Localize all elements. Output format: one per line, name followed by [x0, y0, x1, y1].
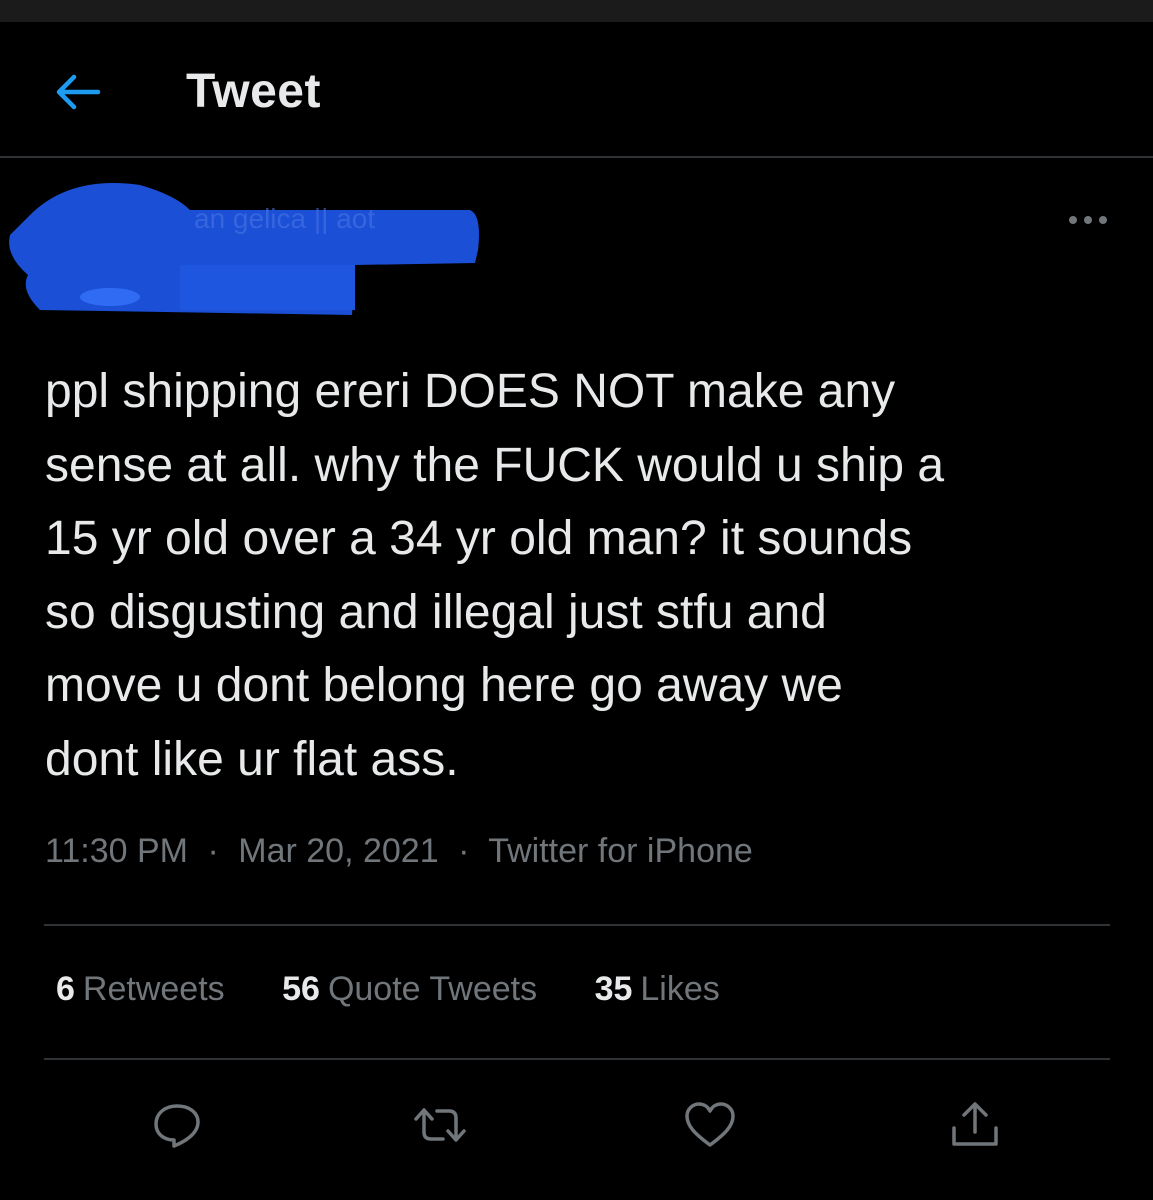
- more-options-icon[interactable]: [1066, 210, 1110, 230]
- retweets-label: Retweets: [82, 970, 225, 1008]
- tweet-text: ppl shipping ereri DOES NOT make any sen…: [45, 355, 1125, 796]
- header-divider: [0, 156, 1153, 158]
- meta-separator: ·: [207, 832, 219, 870]
- tweet-meta: 11:30 PM · Mar 20, 2021 · Twitter for iP…: [45, 832, 753, 871]
- quotes-count: 56: [282, 970, 320, 1008]
- divider: [44, 1058, 1110, 1060]
- header: Tweet: [0, 22, 1153, 158]
- tweet-line: ppl shipping ereri DOES NOT make any: [45, 365, 896, 418]
- tweet-line: sense at all. why the FUCK would u ship …: [45, 438, 945, 492]
- tweet-stats: 6 Retweets 56 Quote Tweets 35 Likes: [56, 970, 768, 1009]
- likes-count: 35: [594, 970, 633, 1008]
- meta-separator: ·: [458, 832, 470, 870]
- tweet-line: move u dont belong here go away we: [45, 659, 843, 712]
- tweet-line: so disgusting and illegal just stfu and: [45, 585, 827, 639]
- author-display-name: an gelica || aot: [194, 203, 376, 234]
- status-bar: [0, 0, 1153, 22]
- retweets-count: 6: [56, 970, 75, 1008]
- tweet-page: Tweet an gelica || aot ppl shipping erer…: [0, 0, 1153, 1200]
- like-icon[interactable]: [683, 1100, 737, 1150]
- tweet-line: dont like ur flat ass.: [45, 732, 459, 786]
- quotes-label: Quote Tweets: [327, 970, 538, 1008]
- tweet-date: Mar 20, 2021: [238, 832, 439, 870]
- likes-stat[interactable]: 35 Likes: [595, 970, 720, 1009]
- likes-label: Likes: [640, 970, 720, 1008]
- reply-icon[interactable]: [150, 1100, 204, 1150]
- arrow-left-icon[interactable]: [52, 72, 102, 112]
- page-title: Tweet: [186, 65, 321, 118]
- share-icon[interactable]: [948, 1100, 1002, 1150]
- retweet-icon[interactable]: [413, 1100, 467, 1150]
- quote-tweets-stat[interactable]: 56 Quote Tweets: [282, 970, 537, 1009]
- redacted-author: an gelica || aot: [0, 175, 500, 325]
- tweet-source[interactable]: Twitter for iPhone: [488, 832, 753, 870]
- divider: [44, 924, 1110, 926]
- retweets-stat[interactable]: 6 Retweets: [56, 970, 225, 1009]
- redaction-scribble: [9, 183, 479, 315]
- tweet-line: 15 yr old over a 34 yr old man? it sound…: [45, 512, 913, 565]
- tweet-time: 11:30 PM: [45, 832, 189, 870]
